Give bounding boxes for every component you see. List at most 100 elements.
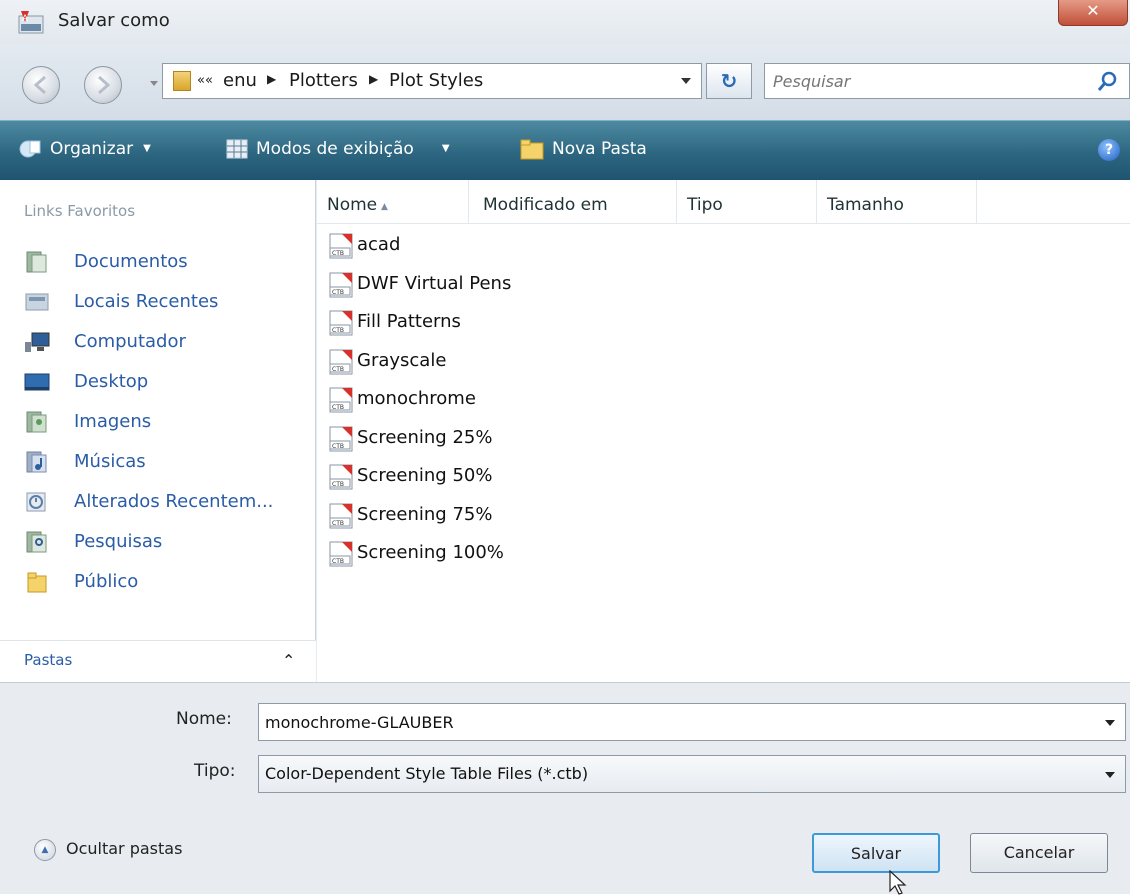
ctb-icon-text: CTB bbox=[332, 520, 344, 527]
sidebar-item-label: Computador bbox=[74, 331, 186, 352]
ctb-icon-text: CTB bbox=[332, 327, 344, 334]
refresh-button[interactable]: ↻ bbox=[706, 63, 752, 99]
pictures-icon bbox=[26, 411, 47, 433]
save-button[interactable]: Salvar bbox=[812, 833, 940, 873]
file-name: Screening 25% bbox=[357, 426, 493, 448]
ctb-file-icon: CTB bbox=[329, 233, 353, 259]
search-icon[interactable] bbox=[1095, 69, 1121, 95]
window-title: Salvar como bbox=[58, 10, 170, 31]
sidebar-item-label: Imagens bbox=[74, 411, 152, 432]
breadcrumb-overflow[interactable]: «« bbox=[197, 73, 213, 88]
forward-arrow-icon bbox=[98, 75, 111, 95]
ctb-icon-text: CTB bbox=[332, 366, 344, 373]
column-header-modificado[interactable]: Modificado em bbox=[469, 180, 677, 224]
sidebar-item-musicas[interactable]: Músicas bbox=[0, 442, 316, 482]
ctb-file-icon: CTB bbox=[329, 272, 353, 297]
sidebar-item-label: Desktop bbox=[74, 371, 149, 392]
sidebar-item-pesquisas[interactable]: Pesquisas bbox=[0, 522, 316, 562]
sidebar-item-publico[interactable]: Público bbox=[0, 562, 316, 602]
address-row: «« enu ▶ Plotters ▶ Plot Styles ↻ bbox=[0, 44, 1130, 120]
views-grid-icon bbox=[226, 139, 248, 159]
search-input[interactable] bbox=[771, 69, 1071, 93]
address-bar[interactable]: «« enu ▶ Plotters ▶ Plot Styles bbox=[162, 63, 702, 99]
sidebar-item-label: Público bbox=[74, 571, 139, 592]
refresh-icon: ↻ bbox=[720, 69, 738, 93]
sidebar-item-label: Documentos bbox=[74, 251, 188, 272]
help-icon[interactable]: ? bbox=[1098, 139, 1120, 161]
search-box[interactable] bbox=[764, 63, 1130, 99]
breadcrumb-separator-icon[interactable]: ▶ bbox=[267, 72, 276, 86]
breadcrumb-enu[interactable]: enu bbox=[223, 70, 257, 91]
column-header-tipo[interactable]: Tipo bbox=[677, 180, 817, 224]
command-toolbar: Organizar ▼ Modos de exibição ▼ Nova Pasta… bbox=[0, 120, 1130, 180]
sort-ascending-icon: ▲ bbox=[381, 202, 388, 212]
autocad-app-icon: A bbox=[18, 11, 44, 34]
sidebar-item-imagens[interactable]: Imagens bbox=[0, 402, 316, 442]
desktop-icon bbox=[24, 373, 50, 391]
ctb-icon-text: CTB bbox=[332, 289, 344, 296]
organize-menu[interactable]: Organizar ▼ bbox=[18, 121, 151, 181]
filename-input[interactable] bbox=[263, 710, 1083, 734]
folder-icon bbox=[173, 71, 191, 91]
sidebar-item-documentos[interactable]: Documentos bbox=[0, 242, 316, 282]
filetype-select[interactable]: Color-Dependent Style Table Files (*.ctb… bbox=[258, 755, 1126, 793]
new-folder-label: Nova Pasta bbox=[552, 139, 647, 159]
breadcrumb-plot-styles[interactable]: Plot Styles bbox=[389, 70, 483, 91]
chevron-down-icon: ▼ bbox=[143, 143, 151, 154]
sidebar-item-label: Músicas bbox=[74, 451, 146, 472]
address-dropdown-icon[interactable] bbox=[681, 78, 691, 84]
chevron-down-icon[interactable] bbox=[1105, 772, 1115, 778]
chevron-down-icon[interactable] bbox=[1105, 720, 1115, 726]
ctb-file-icon: CTB bbox=[329, 503, 353, 528]
column-header-tamanho[interactable]: Tamanho bbox=[817, 180, 977, 224]
ctb-file-icon: CTB bbox=[329, 387, 353, 413]
recent-pages-dropdown[interactable] bbox=[150, 81, 158, 86]
file-name: Screening 100% bbox=[357, 542, 504, 563]
forward-button[interactable] bbox=[84, 66, 122, 104]
file-list: ▲ Nome Modificado em Tipo Tamanho CTB aca… bbox=[317, 180, 1130, 682]
music-icon bbox=[26, 451, 47, 473]
breadcrumb-plotters[interactable]: Plotters bbox=[289, 70, 358, 91]
column-label: Tipo bbox=[687, 195, 723, 215]
filename-field[interactable] bbox=[258, 703, 1126, 741]
column-header-nome[interactable]: ▲ Nome bbox=[317, 180, 469, 224]
close-button[interactable]: ✕ bbox=[1058, 0, 1128, 26]
column-label: Nome bbox=[327, 195, 378, 215]
cancel-button[interactable]: Cancelar bbox=[970, 833, 1108, 873]
documents-icon bbox=[26, 251, 47, 273]
sidebar-item-alterados-recentemente[interactable]: Alterados Recentem... bbox=[0, 482, 316, 522]
ctb-icon-text: CTB bbox=[332, 481, 344, 488]
hide-folders-label: Ocultar pastas bbox=[66, 839, 183, 858]
new-folder-icon bbox=[520, 139, 544, 160]
filetype-value: Color-Dependent Style Table Files (*.ctb… bbox=[265, 764, 589, 783]
public-folder-icon bbox=[27, 572, 47, 593]
sidebar-item-locais-recentes[interactable]: Locais Recentes bbox=[0, 282, 316, 322]
title-bar: A Salvar como ✕ bbox=[0, 0, 1130, 44]
column-label: Tamanho bbox=[827, 195, 904, 215]
recent-places-icon bbox=[25, 293, 49, 311]
back-arrow-icon bbox=[33, 75, 46, 95]
file-name: acad bbox=[357, 234, 401, 255]
searches-icon bbox=[26, 531, 47, 553]
filename-label: Nome: bbox=[176, 709, 232, 729]
new-folder-button[interactable]: Nova Pasta bbox=[520, 121, 647, 181]
file-name: Grayscale bbox=[357, 349, 447, 371]
ctb-icon-text: CTB bbox=[332, 404, 344, 411]
file-name: DWF Virtual Pens bbox=[357, 272, 512, 294]
sidebar-item-desktop[interactable]: Desktop bbox=[0, 362, 316, 402]
column-header-row: ▲ Nome Modificado em Tipo Tamanho bbox=[317, 180, 1130, 224]
save-form: Nome: Tipo: Color-Dependent Style Table … bbox=[0, 682, 1130, 894]
breadcrumb-separator-icon[interactable]: ▶ bbox=[369, 72, 378, 86]
organize-label: Organizar bbox=[50, 139, 134, 159]
ctb-file-icon: CTB bbox=[329, 349, 353, 374]
sidebar-item-computador[interactable]: Computador bbox=[0, 322, 316, 362]
favorite-links-header: Links Favoritos bbox=[24, 202, 136, 220]
folders-toggle[interactable]: Pastas ⌃ bbox=[0, 640, 316, 682]
computer-icon bbox=[25, 332, 50, 352]
recently-changed-icon bbox=[26, 492, 46, 512]
mouse-cursor-icon bbox=[889, 870, 907, 895]
views-menu[interactable]: Modos de exibição ▼ bbox=[226, 121, 450, 181]
back-button[interactable] bbox=[22, 66, 60, 104]
column-label: Modificado em bbox=[483, 195, 608, 215]
ctb-icon-text: CTB bbox=[332, 250, 344, 257]
